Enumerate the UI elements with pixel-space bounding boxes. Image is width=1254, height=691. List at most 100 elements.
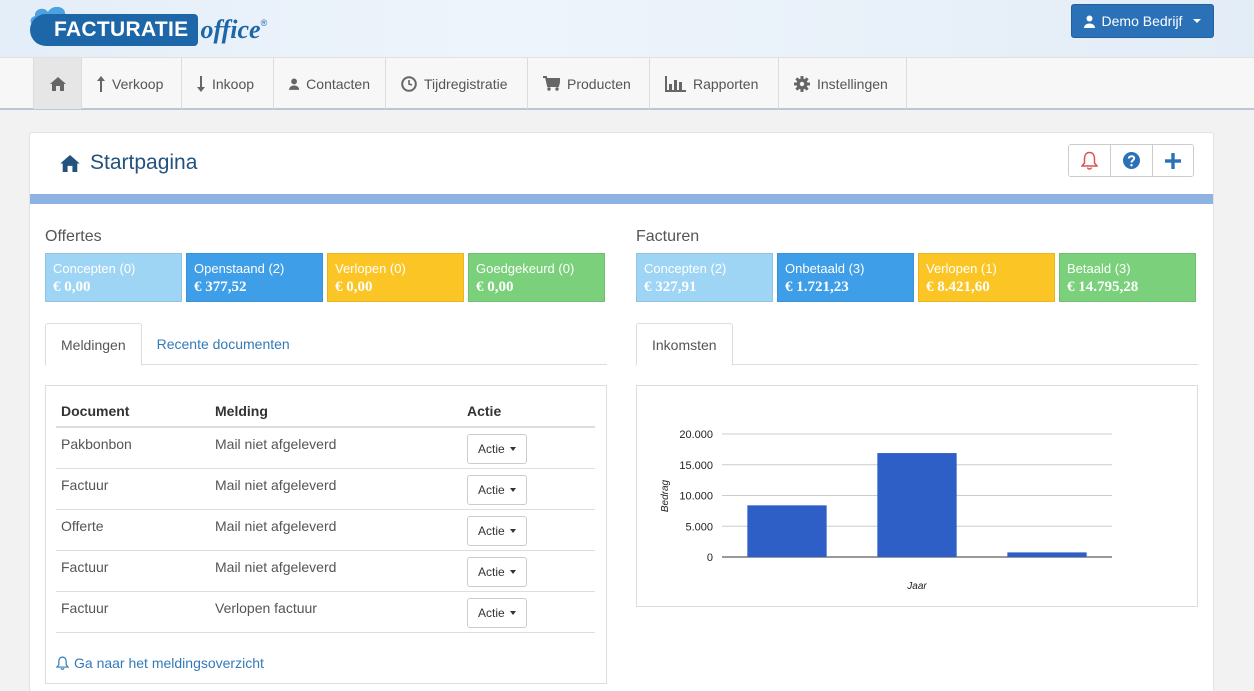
offertes-tile-goedgekeurd[interactable]: Goedgekeurd (0) € 0,00: [468, 253, 605, 302]
y-tick-label: 15.000: [679, 460, 713, 472]
logo-office-text: office: [200, 15, 261, 44]
inkomsten-bar-chart: 0 5.000 10.000 15.000 20.000 Jaar Bedrag: [660, 429, 1112, 592]
tile-value: € 0,00: [53, 279, 91, 295]
facturen-tile-verlopen[interactable]: Verlopen (1) € 8.421,60: [918, 253, 1055, 302]
cell-melding: Verlopen factuur: [210, 591, 462, 633]
left-tabs: Meldingen Recente documenten: [45, 323, 607, 366]
top-bar: FACTURATIE office ® Demo Bedrijf: [0, 0, 1254, 57]
tile-label: Onbetaald (3): [785, 261, 865, 276]
actie-label: Actie: [478, 442, 505, 456]
facturen-tile-onbetaald[interactable]: Onbetaald (3) € 1.721,23: [777, 253, 914, 302]
meldingen-box: Document Melding Actie Pakbonbon Mail ni…: [45, 385, 607, 684]
chart-bar: [747, 505, 827, 557]
caret-down-icon: [509, 487, 516, 492]
bell-icon: [56, 656, 69, 670]
help-button[interactable]: [1111, 145, 1153, 176]
nav-label-producten: Producten: [567, 75, 631, 92]
actie-dropdown-button[interactable]: Actie: [467, 474, 527, 505]
y-tick-label: 20.000: [679, 429, 713, 441]
nav-label-contacten: Contacten: [306, 75, 370, 92]
clock-icon: [401, 75, 417, 92]
cell-document: Offerte: [56, 509, 210, 551]
tile-value: € 1.721,23: [785, 279, 849, 295]
cell-document: Factuur: [56, 550, 210, 592]
nav-item-tijdregistratie[interactable]: Tijdregistratie: [386, 58, 528, 109]
offertes-tile-openstaand[interactable]: Openstaand (2) € 377,52: [186, 253, 323, 302]
nav-item-inkoop[interactable]: Inkoop: [182, 58, 274, 109]
user-menu-button[interactable]: Demo Bedrijf: [1071, 4, 1214, 38]
nav-item-instellingen[interactable]: Instellingen: [779, 58, 907, 109]
tile-value: € 327,91: [644, 279, 697, 295]
nav-label-instellingen: Instellingen: [817, 75, 888, 92]
actie-label: Actie: [478, 605, 505, 620]
user-menu-label: Demo Bedrijf: [1101, 13, 1183, 29]
caret-down-icon: [509, 610, 516, 615]
meldingsoverzicht-link-text: Ga naar het meldingsoverzicht: [74, 655, 264, 671]
nav-label-verkoop: Verkoop: [112, 75, 164, 92]
cell-document: Pakbonbon: [56, 427, 210, 469]
cell-actie: Actie: [462, 468, 595, 510]
y-axis-title: Bedrag: [660, 479, 671, 512]
logo-registered-mark: ®: [260, 18, 268, 28]
column-header-melding: Melding: [210, 396, 462, 428]
bar-chart-icon: [665, 75, 686, 92]
nav-item-home[interactable]: [34, 58, 82, 109]
notifications-button[interactable]: [1069, 145, 1111, 176]
tile-label: Verlopen (1): [926, 261, 997, 276]
user-icon: [1083, 15, 1095, 28]
meldingsoverzicht-link[interactable]: Ga naar het meldingsoverzicht: [56, 655, 264, 671]
y-tick-label: 0: [707, 552, 713, 564]
table-row: Factuur Mail niet afgeleverd Actie: [56, 550, 595, 592]
tile-value: € 8.421,60: [926, 279, 990, 295]
facturen-tile-concepten[interactable]: Concepten (2) € 327,91: [636, 253, 773, 302]
cell-actie: Actie: [462, 591, 595, 633]
plus-icon: [1165, 152, 1181, 169]
chart-bar: [1007, 552, 1087, 557]
right-tabs: Inkomsten: [636, 323, 1198, 366]
nav-item-producten[interactable]: Producten: [528, 58, 650, 109]
chevron-down-icon: [1193, 19, 1202, 23]
nav-item-rapporten[interactable]: Rapporten: [650, 58, 779, 109]
nav-item-verkoop[interactable]: Verkoop: [82, 58, 182, 109]
offertes-tile-verlopen[interactable]: Verlopen (0) € 0,00: [327, 253, 464, 302]
actie-dropdown-button[interactable]: Actie: [467, 434, 527, 464]
tab-inkomsten[interactable]: Inkomsten: [636, 323, 733, 366]
nav-label-inkoop: Inkoop: [212, 75, 255, 92]
offertes-tile-concepten[interactable]: Concepten (0) € 0,00: [45, 253, 182, 302]
cell-actie: Actie: [462, 550, 595, 592]
tile-value: € 377,52: [194, 279, 247, 295]
tab-recente-documenten[interactable]: Recente documenten: [142, 323, 305, 365]
page-title: Startpagina: [60, 151, 197, 175]
tile-value: € 14.795,28: [1067, 279, 1139, 295]
bell-icon: [1081, 151, 1098, 170]
tile-label: Concepten (0): [53, 261, 136, 276]
chart-bar: [877, 453, 957, 557]
facturatie-office-logo[interactable]: FACTURATIE office ®: [30, 4, 267, 48]
nav-item-contacten[interactable]: Contacten: [274, 58, 386, 109]
offertes-label: Offertes: [45, 228, 102, 245]
tile-label: Goedgekeurd (0): [476, 261, 575, 276]
tile-label: Betaald (3): [1067, 261, 1131, 276]
facturen-label: Facturen: [636, 228, 700, 245]
cell-document: Factuur: [56, 468, 210, 510]
facturen-tiles: Concepten (2) € 327,91 Onbetaald (3) € 1.7…: [636, 253, 1196, 302]
actie-label: Actie: [478, 482, 505, 497]
y-tick-label: 10.000: [679, 491, 713, 503]
table-row: Factuur Mail niet afgeleverd Actie: [56, 468, 595, 510]
tab-meldingen[interactable]: Meldingen: [45, 323, 142, 366]
caret-down-icon: [509, 447, 516, 451]
arrow-down-icon: [197, 75, 205, 92]
facturen-tile-betaald[interactable]: Betaald (3) € 14.795,28: [1059, 253, 1196, 302]
nav-label-rapporten: Rapporten: [693, 75, 759, 92]
table-row: Pakbonbon Mail niet afgeleverd Actie: [56, 427, 595, 469]
startpagina-panel: Startpagina Offertes Concepten (0) € 0,00…: [29, 132, 1214, 691]
nav-label-tijdregistratie: Tijdregistratie: [424, 75, 508, 92]
arrow-up-icon: [97, 75, 105, 92]
cell-actie: Actie: [462, 427, 595, 469]
actie-dropdown-button[interactable]: Actie: [467, 597, 527, 628]
table-header-row: Document Melding Actie: [56, 396, 595, 428]
logo-wordmark: FACTURATIE: [30, 14, 199, 46]
actie-dropdown-button[interactable]: Actie: [467, 515, 527, 546]
add-button[interactable]: [1153, 145, 1193, 176]
actie-dropdown-button[interactable]: Actie: [467, 556, 527, 587]
